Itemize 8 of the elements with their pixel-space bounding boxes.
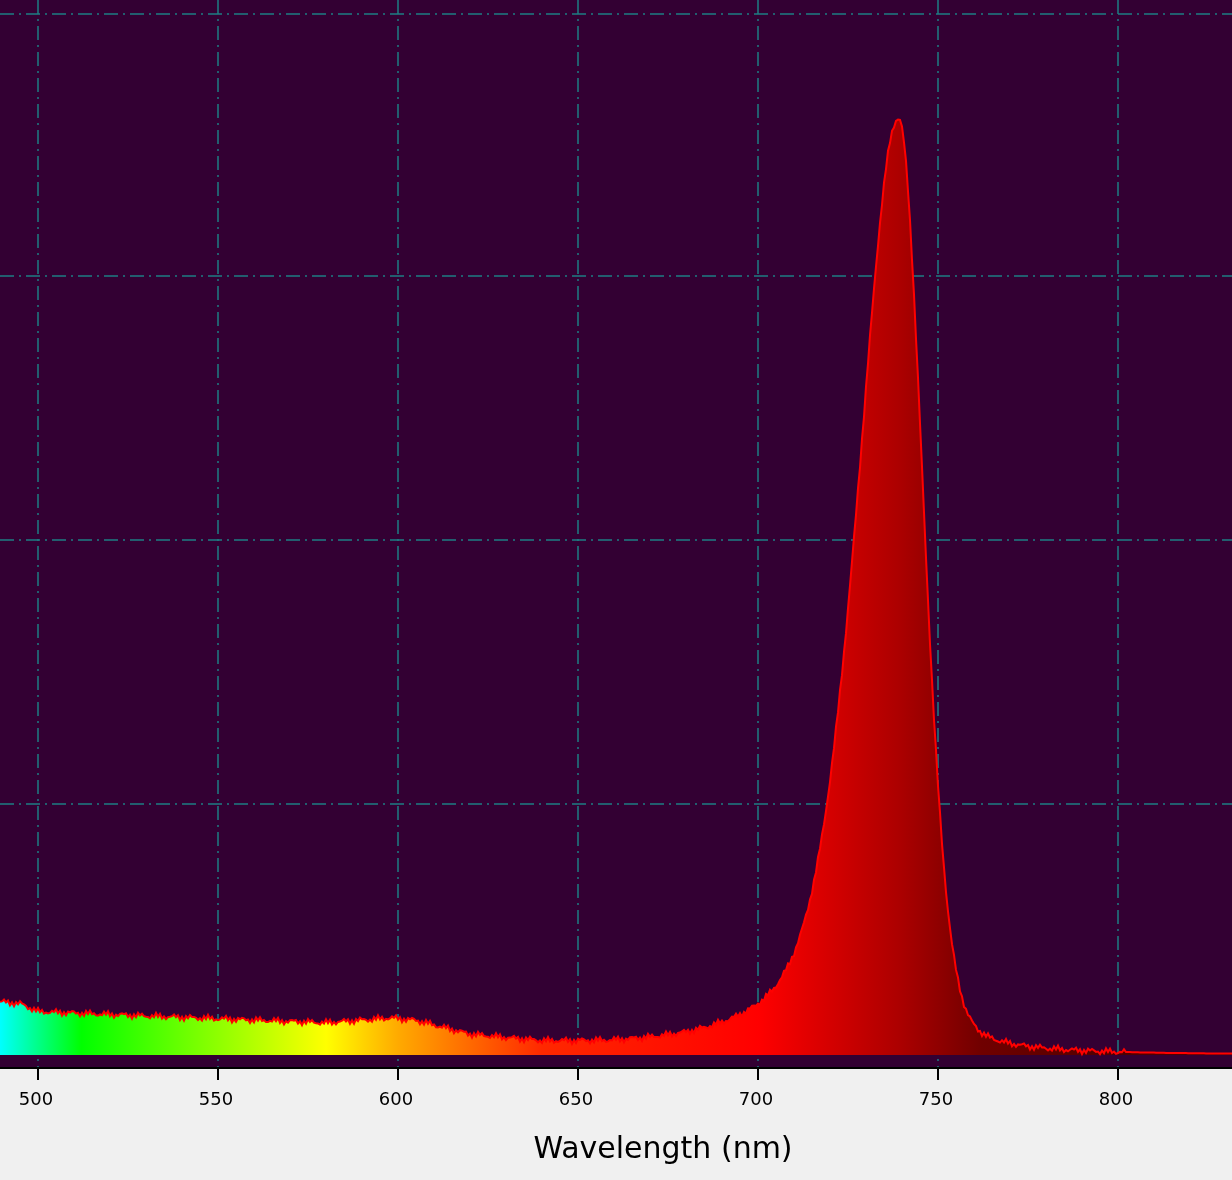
tick-label: 550: [198, 1088, 234, 1109]
tick-label: 700: [738, 1088, 774, 1109]
tick-label: 600: [378, 1088, 414, 1109]
axis-title: Wavelength (nm): [533, 1130, 793, 1165]
tick-label: 500: [18, 1088, 54, 1109]
tick-label: 750: [918, 1088, 954, 1109]
tick-label: 650: [558, 1088, 594, 1109]
tick-label: 800: [1098, 1088, 1134, 1109]
